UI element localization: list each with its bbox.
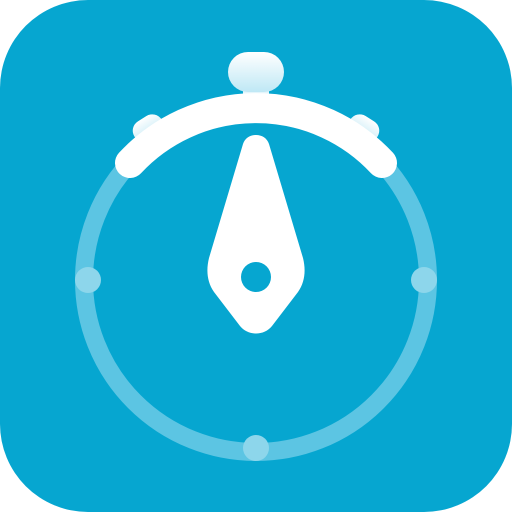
dial-dot-left bbox=[75, 267, 101, 293]
crown-button bbox=[228, 52, 284, 92]
dial-dot-right bbox=[411, 267, 437, 293]
stopwatch-icon bbox=[0, 0, 512, 512]
stopwatch-app-icon[interactable] bbox=[0, 0, 512, 512]
dial-dot-bottom bbox=[243, 435, 269, 461]
